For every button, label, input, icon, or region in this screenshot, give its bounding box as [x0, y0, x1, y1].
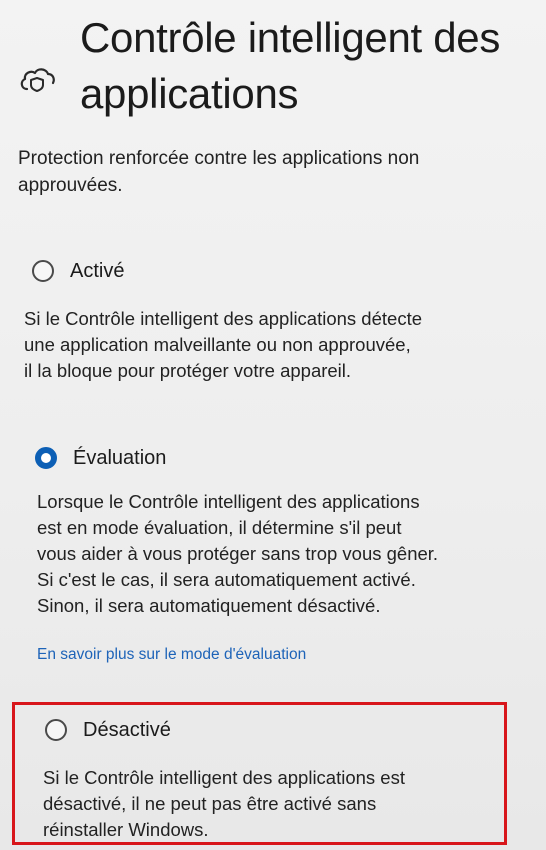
option-evaluation-desc-line-1: Lorsque le Contrôle intelligent des appl…	[37, 491, 420, 512]
page-title-line-2: applications	[80, 70, 299, 117]
subtitle-line-2: approuvées.	[18, 175, 123, 196]
option-on-desc-line-1: Si le Contrôle intelligent des applicati…	[24, 308, 422, 329]
app-control-settings-page: Contrôle intelligent des applications Pr…	[0, 0, 546, 850]
radio-option-evaluation[interactable]: Évaluation	[35, 443, 166, 473]
option-evaluation-description: Lorsque le Contrôle intelligent des appl…	[37, 489, 546, 619]
radio-option-on[interactable]: Activé	[32, 256, 124, 286]
option-evaluation-label: Évaluation	[73, 446, 167, 469]
page-header: Contrôle intelligent des applications	[18, 10, 538, 135]
option-on-desc-line-2: une application malveillante ou non appr…	[24, 334, 411, 355]
option-evaluation-desc-line-5: Sinon, il sera automatiquement désactivé…	[37, 595, 381, 616]
option-on-desc-line-3: il la bloque pour protéger votre apparei…	[24, 360, 352, 381]
option-evaluation-desc-line-3: vous aider à vous protéger sans trop vou…	[37, 543, 439, 564]
highlight-annotation-box	[12, 702, 507, 845]
option-evaluation-desc-line-2: est en mode évaluation, il détermine s'i…	[37, 517, 402, 538]
radio-button-on[interactable]	[32, 260, 54, 282]
option-on-label: Activé	[70, 259, 125, 282]
option-evaluation-desc-line-4: Si c'est le cas, il sera automatiquement…	[37, 569, 416, 590]
subtitle-line-1: Protection renforcée contre les applicat…	[18, 148, 420, 169]
page-title: Contrôle intelligent des applications	[80, 10, 546, 122]
learn-more-evaluation-link[interactable]: En savoir plus sur le mode d'évaluation	[37, 646, 306, 664]
radio-button-evaluation[interactable]	[35, 447, 57, 469]
option-on-description: Si le Contrôle intelligent des applicati…	[24, 306, 544, 384]
page-subtitle: Protection renforcée contre les applicat…	[18, 145, 538, 199]
page-title-line-1: Contrôle intelligent des	[80, 14, 501, 61]
cloud-shield-icon	[20, 68, 55, 92]
